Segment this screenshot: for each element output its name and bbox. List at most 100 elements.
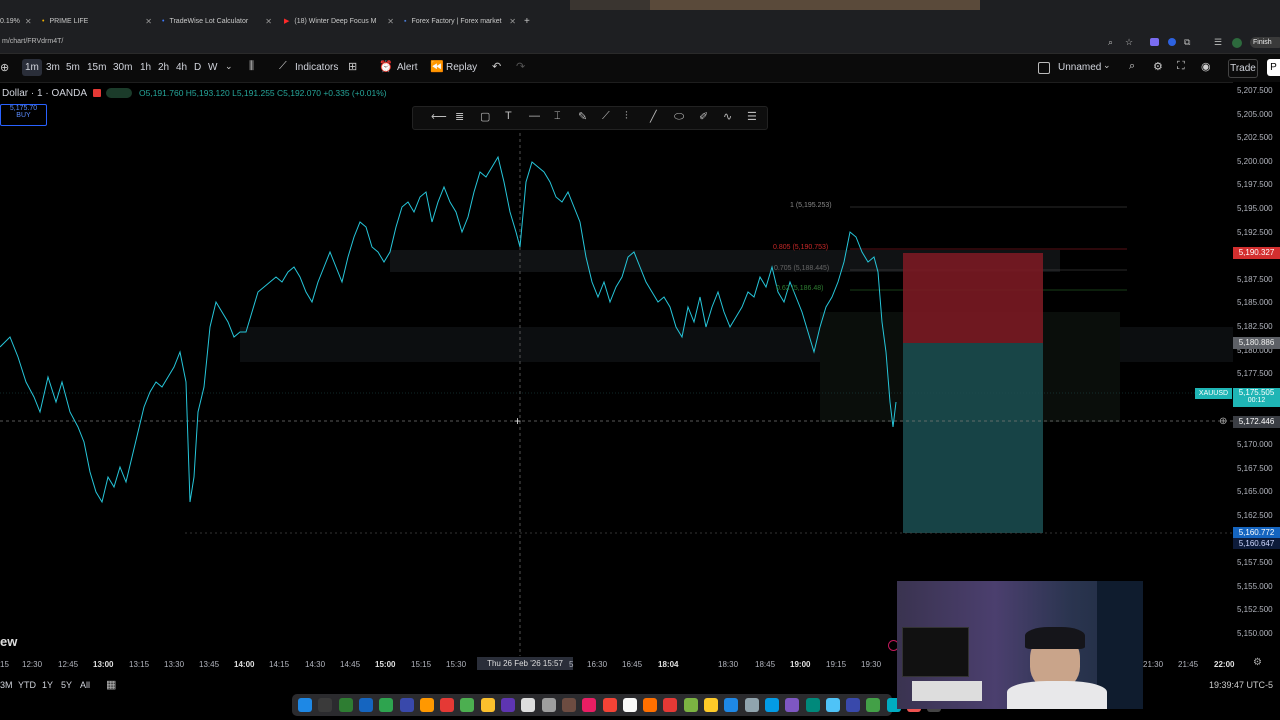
tab-tradewise[interactable]: • TradeWise Lot Calculator ✕ xyxy=(162,12,272,30)
app-icon[interactable] xyxy=(825,698,840,712)
app-icon[interactable] xyxy=(663,698,678,712)
extension-icon[interactable] xyxy=(1168,38,1176,46)
add-alert-plus-icon[interactable]: ⊕ xyxy=(1219,416,1227,427)
replay-icon[interactable]: ⏪ xyxy=(430,60,444,73)
facetime-icon[interactable] xyxy=(460,698,475,712)
timeframe-w[interactable]: W xyxy=(208,62,217,73)
finish-up-button[interactable]: Finish up xyxy=(1250,37,1280,48)
horizontal-line-icon[interactable]: ⟵ xyxy=(431,110,447,123)
indicators-icon[interactable]: ⟋ xyxy=(279,60,287,73)
alert-button[interactable]: Alert xyxy=(397,62,418,73)
buy-button[interactable]: 5,175.70 BUY xyxy=(0,104,47,126)
long-position-icon[interactable]: ⫶ xyxy=(625,110,628,123)
templates-grid-icon[interactable]: ⊞ xyxy=(348,60,357,73)
notes-icon[interactable] xyxy=(480,698,495,712)
music-icon[interactable] xyxy=(582,698,597,712)
timeframe-1h[interactable]: 1h xyxy=(140,62,151,73)
chrome-icon[interactable] xyxy=(338,698,353,712)
app-icon[interactable] xyxy=(846,698,861,712)
redo-icon[interactable]: ↷ xyxy=(516,60,525,73)
maps-icon[interactable] xyxy=(419,698,434,712)
timeframe-4h[interactable]: 4h xyxy=(176,62,187,73)
text-tool-icon[interactable]: T xyxy=(505,110,512,122)
take-profit-zone[interactable] xyxy=(903,343,1043,533)
layout-checkbox-icon[interactable] xyxy=(1038,62,1050,74)
timeframe-1m[interactable]: 1m xyxy=(25,62,39,73)
close-icon[interactable]: ✕ xyxy=(387,17,394,26)
new-tab-button[interactable]: + xyxy=(524,12,530,30)
contacts-icon[interactable] xyxy=(541,698,556,712)
tab-prime-life[interactable]: • PRIME LIFE ✕ xyxy=(42,12,152,30)
layout-name[interactable]: Unnamed xyxy=(1058,62,1101,73)
search-icon[interactable]: ⌕ xyxy=(1129,60,1135,73)
publish-button[interactable]: P xyxy=(1267,59,1280,76)
range-ytd[interactable]: YTD xyxy=(18,680,36,690)
app-icon[interactable] xyxy=(744,698,759,712)
timeframe-30m[interactable]: 30m xyxy=(113,62,132,73)
star-icon[interactable]: ☆ xyxy=(1125,37,1133,48)
fullscreen-icon[interactable]: ⛶ xyxy=(1177,60,1185,73)
range-all[interactable]: All xyxy=(80,680,90,690)
safari-icon[interactable] xyxy=(358,698,373,712)
settings-gear-icon[interactable]: ⚙ xyxy=(1253,657,1262,668)
candles-type-icon[interactable]: ⫼ xyxy=(249,60,254,73)
ellipse-icon[interactable]: ⬭ xyxy=(674,109,684,124)
address-bar[interactable] xyxy=(0,33,1280,54)
undo-icon[interactable]: ↶ xyxy=(492,60,501,73)
measure-icon[interactable]: ⌶ xyxy=(554,110,561,123)
search-icon[interactable]: ⌕ xyxy=(1108,37,1113,48)
brush-icon[interactable]: ✎ xyxy=(578,110,587,123)
add-symbol-icon[interactable]: ⊕ xyxy=(0,61,9,74)
settings-gear-icon[interactable]: ⚙ xyxy=(1153,60,1163,73)
messages-icon[interactable] xyxy=(379,698,394,712)
calendar-icon[interactable] xyxy=(521,698,536,712)
app-icon[interactable] xyxy=(643,698,658,712)
camera-icon[interactable]: ◉ xyxy=(1201,60,1211,73)
symbol-name[interactable]: Dollar · 1 · OANDA xyxy=(2,88,87,99)
chevron-down-icon[interactable]: ⌄ xyxy=(225,61,233,72)
app-icon[interactable] xyxy=(704,698,718,712)
telegram-icon[interactable] xyxy=(764,698,779,712)
settings-icon[interactable] xyxy=(561,698,576,712)
trade-button[interactable]: Trade xyxy=(1228,59,1258,78)
range-5y[interactable]: 5Y xyxy=(61,680,72,690)
timeframe-5m[interactable]: 5m xyxy=(66,62,80,73)
appstore-icon[interactable] xyxy=(724,698,739,712)
news-icon[interactable] xyxy=(602,698,617,712)
extension-icon[interactable] xyxy=(1150,38,1159,46)
extensions-puzzle-icon[interactable]: ⧉ xyxy=(1184,37,1190,48)
chevron-down-icon[interactable]: ⌄ xyxy=(1103,60,1111,71)
range-3m[interactable]: 3M xyxy=(0,680,13,690)
avatar[interactable] xyxy=(1232,38,1242,48)
app-icon[interactable] xyxy=(866,698,881,712)
reminders-icon[interactable] xyxy=(501,698,515,712)
close-icon[interactable]: ✕ xyxy=(25,17,32,26)
replay-button[interactable]: Replay xyxy=(446,62,477,73)
app-icon[interactable] xyxy=(805,698,820,712)
timeframe-15m[interactable]: 15m xyxy=(87,62,106,73)
app-icon[interactable] xyxy=(683,698,698,712)
close-icon[interactable]: ✕ xyxy=(509,17,516,26)
photos-icon[interactable] xyxy=(440,698,455,712)
alert-clock-icon[interactable]: ⏰ xyxy=(379,60,393,73)
rectangle-icon[interactable]: ▢ xyxy=(480,110,490,123)
stop-loss-zone[interactable] xyxy=(903,253,1043,343)
ray-icon[interactable]: — xyxy=(529,110,540,122)
price-chart[interactable]: + xyxy=(0,82,1233,656)
wave-icon[interactable]: ∿ xyxy=(723,110,732,123)
tab-active-fragment[interactable]: 0.19% ✕ xyxy=(0,12,32,30)
finder-icon[interactable] xyxy=(298,698,312,712)
close-icon[interactable]: ✕ xyxy=(265,17,272,26)
calendar-icon[interactable]: ▦ xyxy=(106,678,116,691)
launchpad-icon[interactable] xyxy=(318,698,333,712)
pencil-icon[interactable]: ✐ xyxy=(699,110,708,123)
tab-forex-factory[interactable]: ▪ Forex Factory | Forex market ✕ xyxy=(404,12,516,30)
app-icon[interactable] xyxy=(785,698,800,712)
more-tools-icon[interactable]: ☰ xyxy=(747,110,757,123)
close-icon[interactable]: ✕ xyxy=(145,17,152,26)
mail-icon[interactable] xyxy=(399,698,414,712)
timeframe-3m[interactable]: 3m xyxy=(46,62,60,73)
timeframe-d[interactable]: D xyxy=(194,62,201,73)
menu-icon[interactable]: ☰ xyxy=(1214,37,1222,48)
freeform-icon[interactable] xyxy=(622,698,637,712)
